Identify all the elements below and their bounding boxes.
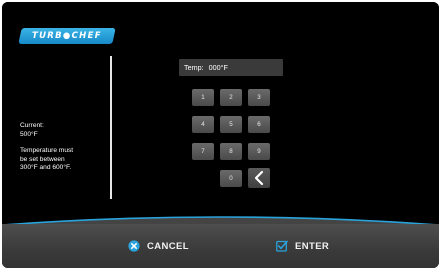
logo-text: TURB●CHEF [32, 31, 102, 41]
temp-field-value: 000°F [208, 63, 228, 72]
temperature-info-panel: Current: 500°F Temperature must be set b… [20, 122, 108, 181]
range-note-line-3: 300°F and 600°F. [20, 164, 72, 172]
cancel-label: CANCEL [147, 240, 189, 252]
action-bar: CANCEL ENTER [2, 224, 439, 268]
keypad-key-2[interactable]: 2 [220, 89, 242, 106]
keypad-key-1[interactable]: 1 [192, 89, 214, 106]
check-box-icon [276, 240, 288, 252]
keypad-key-7[interactable]: 7 [192, 143, 214, 160]
backspace-button[interactable] [248, 168, 270, 188]
current-temperature: Current: 500°F [20, 122, 108, 139]
temperature-range-note: Temperature must be set between 300°F an… [20, 147, 108, 173]
enter-button[interactable]: ENTER [276, 224, 329, 268]
keypad-key-6[interactable]: 6 [248, 116, 270, 133]
current-value: 500°F [20, 130, 38, 138]
keypad-key-9[interactable]: 9 [248, 143, 270, 160]
temperature-entry-screen: TURB●CHEF Current: 500°F Temperature mus… [2, 2, 439, 224]
keypad-key-4[interactable]: 4 [192, 116, 214, 133]
keypad-key-3[interactable]: 3 [248, 89, 270, 106]
keypad-key-5[interactable]: 5 [220, 116, 242, 133]
cancel-x-circle-icon [128, 240, 140, 252]
temperature-input-field[interactable]: Temp: 000°F [179, 59, 283, 76]
vertical-divider [110, 56, 112, 199]
cancel-button[interactable]: CANCEL [128, 224, 189, 268]
keypad-key-8[interactable]: 8 [220, 143, 242, 160]
current-label: Current: [20, 122, 44, 129]
range-note-line-1: Temperature must [20, 147, 74, 155]
temp-field-label: Temp: [184, 63, 204, 72]
keypad-key-0[interactable]: 0 [220, 170, 242, 187]
turbochef-logo: TURB●CHEF [18, 28, 116, 44]
enter-label: ENTER [295, 240, 330, 252]
chevron-left-icon [254, 170, 264, 186]
oven-control-panel: TURB●CHEF Current: 500°F Temperature mus… [2, 2, 439, 268]
